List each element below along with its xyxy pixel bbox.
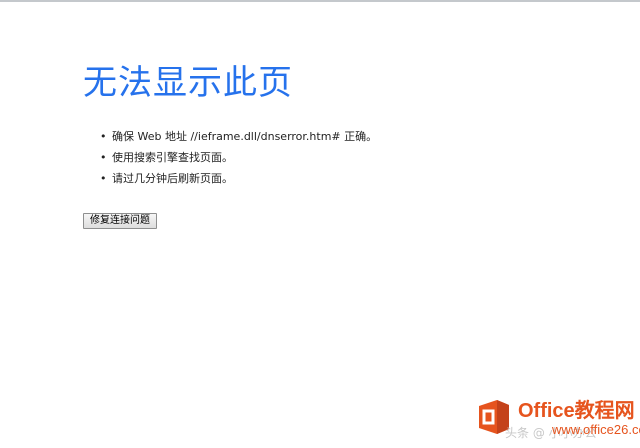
suggestion-item-refresh-later: • 请过几分钟后刷新页面。 <box>100 168 377 189</box>
watermark: Office教程网 头条 @ 小小办公 www.office26.com <box>470 396 640 448</box>
suggestion-item-search-engine: • 使用搜索引擎查找页面。 <box>100 147 377 168</box>
watermark-brand: Office教程网 <box>518 400 635 422</box>
watermark-url: www.office26.com <box>552 422 640 437</box>
suggestion-text: 请过几分钟后刷新页面。 <box>112 172 233 185</box>
error-page: 无法显示此页 • 确保 Web 地址 //ieframe.dll/dnserro… <box>0 0 640 448</box>
bullet-icon: • <box>100 151 107 164</box>
suggestion-list: • 确保 Web 地址 //ieframe.dll/dnserror.htm# … <box>100 126 377 189</box>
suggestion-text: 使用搜索引擎查找页面。 <box>112 151 233 164</box>
suggestion-text: 确保 Web 地址 //ieframe.dll/dnserror.htm# 正确… <box>112 130 378 143</box>
suggestion-item-check-address: • 确保 Web 地址 //ieframe.dll/dnserror.htm# … <box>100 126 377 147</box>
bullet-icon: • <box>100 172 107 185</box>
bullet-icon: • <box>100 130 107 143</box>
page-title: 无法显示此页 <box>83 63 293 103</box>
fix-connection-button[interactable]: 修复连接问题 <box>83 213 157 229</box>
